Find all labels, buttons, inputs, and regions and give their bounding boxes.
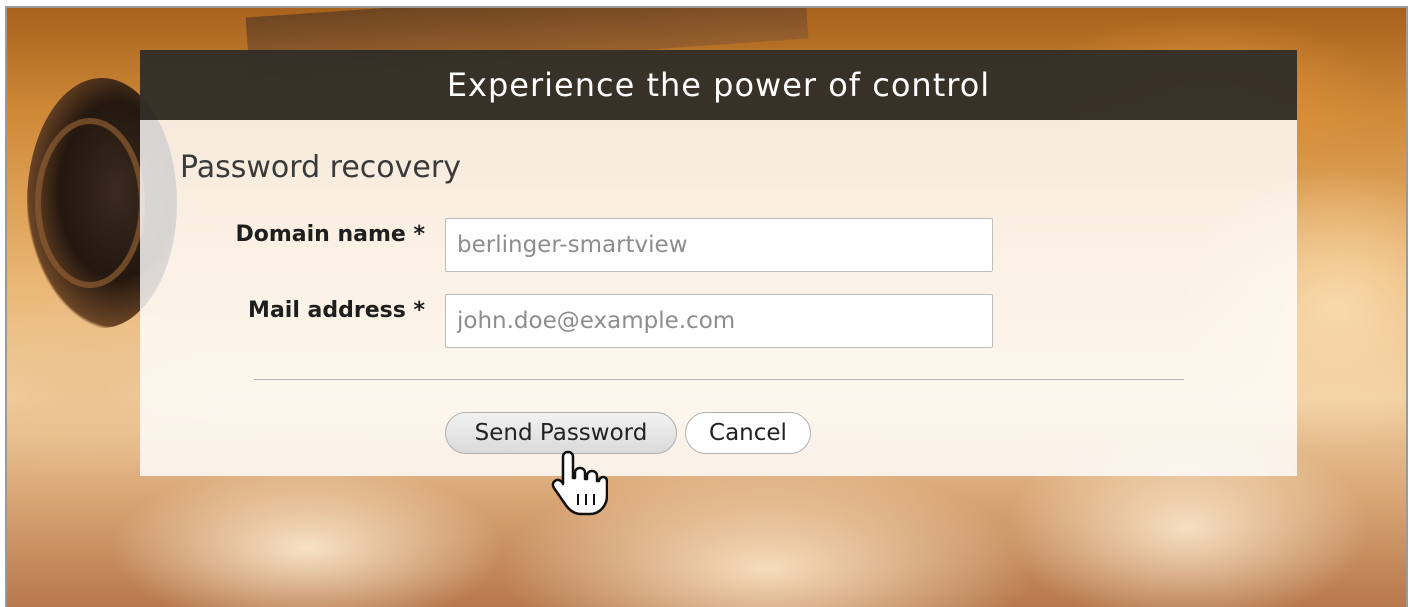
cancel-button[interactable]: Cancel <box>685 412 811 454</box>
mail-address-input[interactable] <box>445 294 993 348</box>
hand-pointer-icon <box>551 450 608 516</box>
mail-address-row: Mail address * <box>140 294 1297 348</box>
dialog-body: Password recovery Domain name * Mail add… <box>140 120 1297 476</box>
domain-name-label: Domain name * <box>235 222 425 247</box>
dialog-header: Experience the power of control <box>140 50 1297 120</box>
airplane-engine-rim <box>35 118 145 288</box>
dialog-title: Experience the power of control <box>446 66 991 104</box>
password-recovery-dialog: Experience the power of control Password… <box>140 50 1297 476</box>
domain-name-input[interactable] <box>445 218 993 272</box>
divider <box>254 379 1184 380</box>
mail-address-label: Mail address * <box>248 298 425 323</box>
section-title: Password recovery <box>180 150 461 185</box>
domain-name-row: Domain name * <box>140 218 1297 272</box>
